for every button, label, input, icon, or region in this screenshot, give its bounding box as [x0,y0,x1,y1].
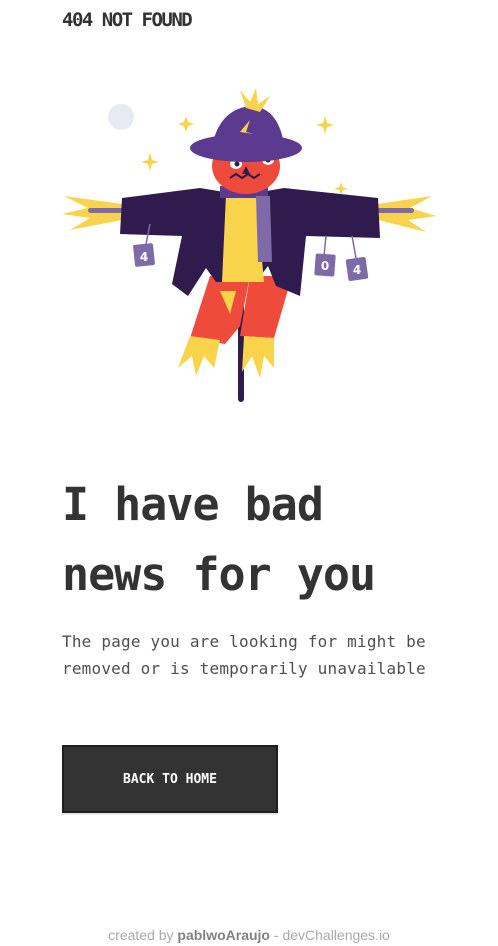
headline-line-2: news for you [62,548,376,601]
footer-separator: - [269,927,283,943]
footer-credit: created by pablwoAraujo - devChallenges.… [0,927,498,943]
tag-right: 4 [345,256,369,282]
back-to-home-button[interactable]: BACK TO HOME [62,745,278,813]
tag-middle-label: 0 [321,259,329,273]
tag-left-label: 4 [140,250,148,264]
scarecrow-illustration: 4 0 4 [62,88,436,402]
headline: I have bad news for you [62,470,472,610]
tag-right-label: 4 [353,263,361,277]
headline-line-1: I have bad [62,478,324,531]
tag-left: 4 [133,243,155,267]
footer-prefix: created by [108,927,178,943]
error-message: The page you are looking for might be re… [62,632,426,678]
tag-middle: 0 [314,253,336,277]
brand-title: 404 NOT FOUND [62,9,193,31]
footer-author-link[interactable]: pablwoAraujo [177,927,270,943]
footer-site-link[interactable]: devChallenges.io [282,927,389,943]
moon-icon [108,104,134,130]
